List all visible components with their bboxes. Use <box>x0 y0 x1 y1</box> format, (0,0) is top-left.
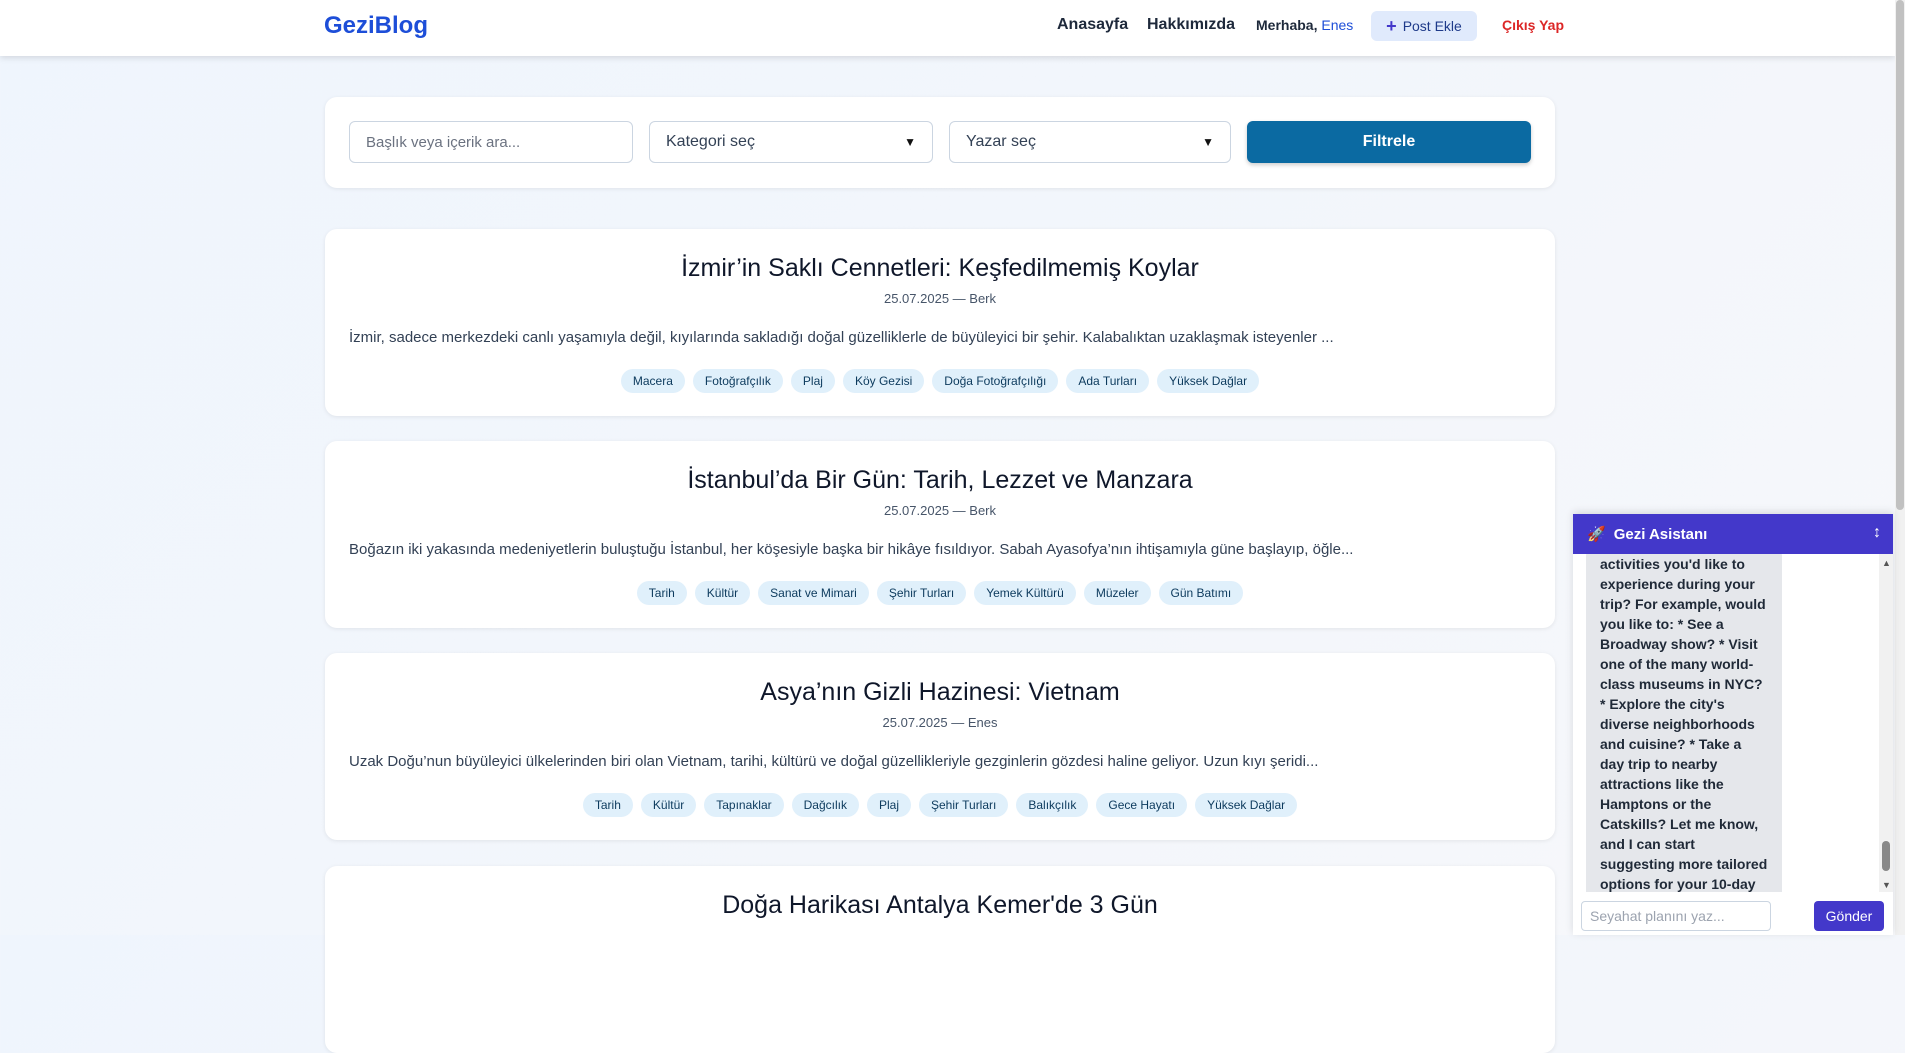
post-excerpt: Boğazın iki yakasında medeniyetlerin bul… <box>349 541 1354 558</box>
scroll-down-icon[interactable]: ▼ <box>1882 880 1891 890</box>
tag[interactable]: Macera <box>620 369 685 393</box>
post-title[interactable]: Asya’nın Gizli Hazinesi: Vietnam <box>325 678 1555 707</box>
tag[interactable]: Sanat ve Mimari <box>758 581 869 605</box>
filter-button[interactable]: Filtrele <box>1247 121 1531 163</box>
add-post-label: Post Ekle <box>1402 18 1462 34</box>
post-card[interactable]: İstanbul’da Bir Gün: Tarih, Lezzet ve Ma… <box>325 441 1555 628</box>
post-card[interactable]: Doğa Harikası Antalya Kemer'de 3 Gün <box>325 866 1555 1053</box>
nav-about[interactable]: Hakkımızda <box>1147 16 1235 34</box>
chat-messages: activities you'd like to experience duri… <box>1573 554 1893 892</box>
chat-title: Gezi Asistanı <box>1613 525 1708 543</box>
post-meta: 25.07.2025 — Berk <box>883 503 997 518</box>
assistant-message: activities you'd like to experience duri… <box>1586 554 1782 892</box>
search-input[interactable]: Başlık veya içerik ara... <box>349 121 633 163</box>
post-title[interactable]: Doğa Harikası Antalya Kemer'de 3 Gün <box>325 891 1555 920</box>
resize-icon[interactable]: ↕ <box>1873 524 1881 542</box>
chat-widget: 🚀 Gezi Asistanı ↕ activities you'd like … <box>1573 514 1893 935</box>
top-navbar: GeziBlog Anasayfa Hakkımızda Merhaba, En… <box>0 0 1895 56</box>
tag[interactable]: Plaj <box>790 369 835 393</box>
tag[interactable]: Kültür <box>694 581 751 605</box>
nav-home[interactable]: Anasayfa <box>1057 16 1128 34</box>
brand-logo[interactable]: GeziBlog <box>324 12 428 40</box>
filter-panel: Başlık veya içerik ara... Kategori seç ▼… <box>325 97 1555 188</box>
tag[interactable]: Gün Batımı <box>1158 581 1244 605</box>
post-excerpt: İzmir, sadece merkezdeki canlı yaşamıyla… <box>349 329 1334 346</box>
chat-input[interactable]: Seyahat planını yaz... <box>1581 901 1771 931</box>
tag[interactable]: Gece Hayatı <box>1096 793 1188 817</box>
tag[interactable]: Balıkçılık <box>1016 793 1089 817</box>
tag[interactable]: Şehir Turları <box>919 793 1009 817</box>
post-tags: Tarih Kültür Sanat ve Mimari Şehir Turla… <box>325 581 1555 605</box>
tag[interactable]: Yüksek Dağlar <box>1157 369 1260 393</box>
tag[interactable]: Tapınaklar <box>704 793 784 817</box>
scroll-up-icon[interactable]: ▲ <box>1882 558 1891 568</box>
add-post-button[interactable]: + Post Ekle <box>1371 11 1477 41</box>
chevron-down-icon: ▼ <box>904 135 916 149</box>
plus-icon: + <box>1386 16 1397 36</box>
post-card[interactable]: Asya’nın Gizli Hazinesi: Vietnam 25.07.2… <box>325 653 1555 840</box>
post-tags: Tarih Kültür Tapınaklar Dağcılık Plaj Şe… <box>325 793 1555 817</box>
tag[interactable]: Kültür <box>640 793 697 817</box>
post-title[interactable]: İzmir’in Saklı Cennetleri: Keşfedilmemiş… <box>325 254 1555 283</box>
post-meta: 25.07.2025 — Enes <box>882 715 998 730</box>
post-excerpt: Uzak Doğu’nun büyüleyici ülkelerinden bi… <box>349 753 1319 770</box>
rocket-icon: 🚀 <box>1587 526 1606 543</box>
tag[interactable]: Dağcılık <box>791 793 859 817</box>
tag[interactable]: Fotoğrafçılık <box>692 369 783 393</box>
tag[interactable]: Köy Gezisi <box>842 369 925 393</box>
logout-link[interactable]: Çıkış Yap <box>1502 17 1564 33</box>
chat-header[interactable]: 🚀 Gezi Asistanı ↕ <box>1573 514 1893 554</box>
tag[interactable]: Yemek Kültürü <box>974 581 1076 605</box>
author-select-value: Yazar seç <box>966 133 1036 150</box>
post-title[interactable]: İstanbul’da Bir Gün: Tarih, Lezzet ve Ma… <box>325 466 1555 495</box>
tag[interactable]: Plaj <box>866 793 911 817</box>
page-scrollbar-thumb[interactable] <box>1896 0 1904 510</box>
category-select[interactable]: Kategori seç ▼ <box>649 121 933 163</box>
chevron-down-icon: ▼ <box>1202 135 1214 149</box>
post-card[interactable]: İzmir’in Saklı Cennetleri: Keşfedilmemiş… <box>325 229 1555 416</box>
post-meta: 25.07.2025 — Berk <box>883 291 997 306</box>
page-scrollbar[interactable] <box>1895 0 1905 935</box>
tag[interactable]: Doğa Fotoğrafçılığı <box>932 369 1059 393</box>
greeting-prefix: Merhaba, <box>1256 17 1318 33</box>
tag[interactable]: Yüksek Dağlar <box>1195 793 1298 817</box>
username[interactable]: Enes <box>1321 17 1353 33</box>
tag[interactable]: Tarih <box>636 581 687 605</box>
chat-scrollbar-thumb[interactable] <box>1882 841 1890 871</box>
tag[interactable]: Ada Turları <box>1066 369 1150 393</box>
tag[interactable]: Tarih <box>582 793 633 817</box>
tag[interactable]: Şehir Turları <box>876 581 967 605</box>
chat-scrollbar[interactable]: ▲ ▼ <box>1879 554 1893 892</box>
author-select[interactable]: Yazar seç ▼ <box>949 121 1231 163</box>
category-select-value: Kategori seç <box>666 133 755 150</box>
user-greeting: Merhaba, Enes <box>1256 17 1353 33</box>
post-tags: Macera Fotoğrafçılık Plaj Köy Gezisi Doğ… <box>325 369 1555 393</box>
tag[interactable]: Müzeler <box>1083 581 1151 605</box>
send-button[interactable]: Gönder <box>1814 901 1884 931</box>
